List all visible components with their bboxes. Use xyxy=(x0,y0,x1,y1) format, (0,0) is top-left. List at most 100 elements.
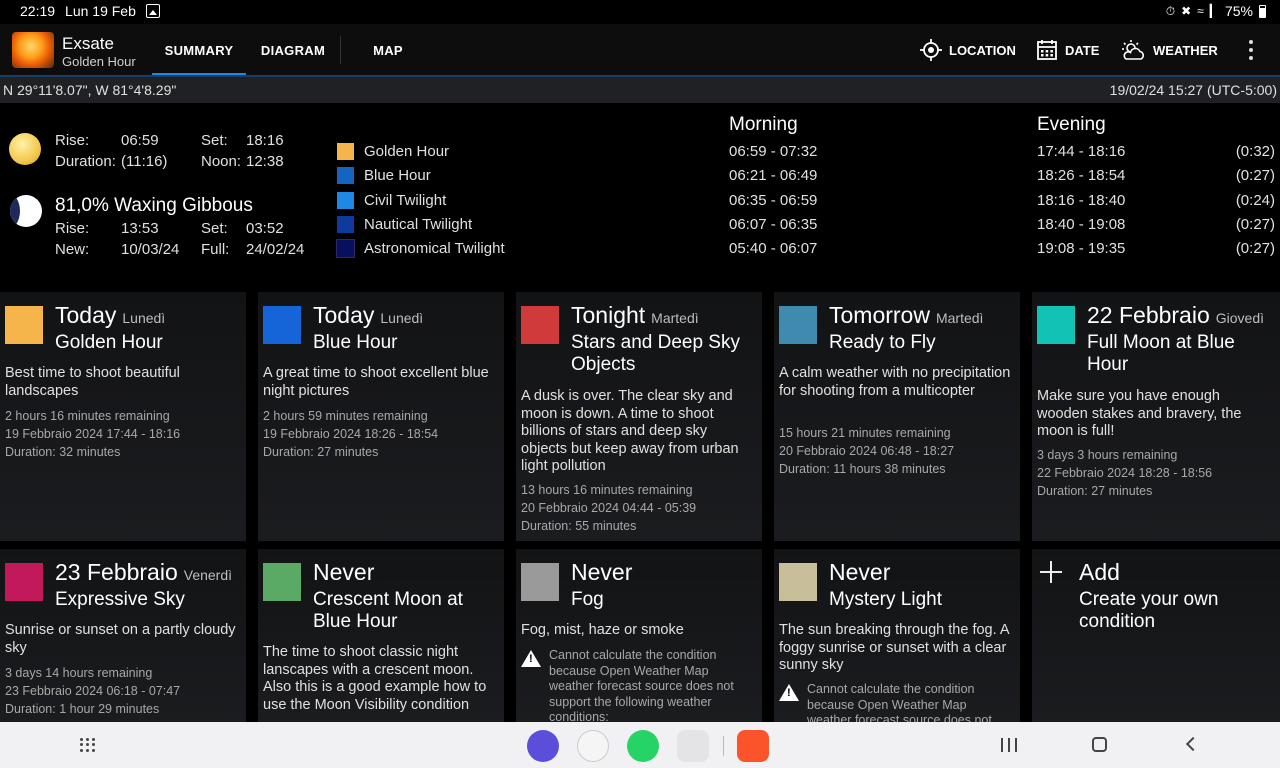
sun-noon-label: Noon: xyxy=(201,153,242,170)
sun-icon xyxy=(9,133,41,165)
card-remaining: 2 hours 16 minutes remaining xyxy=(5,409,170,423)
card-description: Sunrise or sunset on a partly cloudy sky xyxy=(5,622,236,656)
dock-divider xyxy=(723,736,724,756)
sun-rise-value: 06:59 xyxy=(121,132,159,149)
evening-duration: (0:27) xyxy=(1235,240,1275,257)
card-duration: Duration: 32 minutes xyxy=(5,445,121,459)
condition-color-swatch xyxy=(263,563,301,601)
card-remaining: 3 days 14 hours remaining xyxy=(5,666,153,680)
condition-card-fog[interactable]: Never Fog Fog, mist, haze or smoke Canno… xyxy=(516,549,762,722)
card-remaining: 2 hours 59 minutes remaining xyxy=(263,409,428,423)
weather-button[interactable]: WEATHER xyxy=(1120,38,1218,62)
back-icon[interactable] xyxy=(1185,736,1201,752)
location-button[interactable]: LOCATION xyxy=(920,38,1016,62)
condition-card-crescent-moon[interactable]: Never Crescent Moon at Blue Hour The tim… xyxy=(258,549,504,722)
battery-icon xyxy=(1259,4,1266,18)
card-when: Never xyxy=(571,559,633,585)
weather-label: WEATHER xyxy=(1153,42,1218,58)
date-button[interactable]: DATE xyxy=(1036,38,1099,62)
signal-icon: ▎ xyxy=(1209,4,1219,18)
warning-icon xyxy=(521,650,541,667)
card-duration: Duration: 55 minutes xyxy=(521,519,637,533)
samsung-internet-icon[interactable] xyxy=(527,730,559,762)
card-day: Martedì xyxy=(935,310,984,326)
condition-card-ready-to-fly[interactable]: Tomorrow Martedì Ready to Fly A calm weat… xyxy=(774,292,1020,541)
plus-icon xyxy=(1040,561,1062,583)
card-duration: Duration: 27 minutes xyxy=(1037,484,1153,498)
shield-app-icon[interactable] xyxy=(577,730,609,762)
coordinate-bar: N 29°11'8.07", W 81°4'8.29" 19/02/24 15:… xyxy=(0,77,1280,103)
legend-swatch xyxy=(337,191,354,209)
tab-map[interactable]: MAP xyxy=(352,24,424,76)
condition-color-swatch xyxy=(5,563,43,601)
card-when: Today Lunedì xyxy=(313,302,424,328)
whatsapp-icon[interactable] xyxy=(627,730,659,762)
moon-set-label: Set: xyxy=(201,220,228,237)
legend-item: Blue Hour xyxy=(337,165,431,185)
condition-card-full-moon[interactable]: 22 Febbraio Giovedì Full Moon at Blue Hou… xyxy=(1032,292,1280,541)
card-range: 20 Febbraio 2024 06:48 - 18:27 xyxy=(779,444,955,458)
legend-item: Nautical Twilight xyxy=(337,214,472,234)
moon-full-value: 24/02/24 xyxy=(246,241,305,258)
app-bar: Exsate Golden Hour SUMMARY DIAGRAM MAP L… xyxy=(0,24,1280,76)
condition-card-golden-hour[interactable]: Today Lunedì Golden Hour Best time to sho… xyxy=(0,292,246,541)
card-range: 20 Febbraio 2024 04:44 - 05:39 xyxy=(521,501,697,515)
card-when: Tonight Martedì xyxy=(571,302,699,328)
status-date: Lun 19 Feb xyxy=(65,3,136,19)
more-options-icon[interactable] xyxy=(1248,40,1254,60)
sun-duration-label: Duration: xyxy=(55,153,116,170)
add-label: Add xyxy=(1079,559,1120,585)
card-remaining: 3 days 3 hours remaining xyxy=(1037,448,1178,462)
card-meta: 2 hours 16 minutes remaining 19 Febbraio… xyxy=(5,407,241,461)
morning-time: 06:07 - 06:35 xyxy=(729,216,818,233)
moon-new-label: New: xyxy=(55,241,90,258)
brave-icon[interactable] xyxy=(737,730,769,762)
condition-color-swatch xyxy=(5,306,43,344)
evening-time: 17:44 - 18:16 xyxy=(1037,143,1126,160)
tab-diagram[interactable]: DIAGRAM xyxy=(252,24,334,76)
tab-divider xyxy=(340,36,341,64)
card-when: Never xyxy=(313,559,375,585)
evening-time: 18:16 - 18:40 xyxy=(1037,192,1126,209)
card-when: Tomorrow Martedì xyxy=(829,302,984,328)
battery-percent: 75% xyxy=(1224,3,1253,19)
evening-time: 18:40 - 19:08 xyxy=(1037,216,1126,233)
legend-swatch xyxy=(336,238,355,258)
weather-icon xyxy=(1122,40,1144,60)
morning-heading: Morning xyxy=(729,114,798,135)
card-meta: 15 hours 21 minutes remaining 20 Febbrai… xyxy=(779,424,1015,478)
condition-card-expressive-sky[interactable]: 23 Febbraio Venerdì Expressive Sky Sunris… xyxy=(0,549,246,722)
sun-set-value: 18:16 xyxy=(246,132,284,149)
tab-summary[interactable]: SUMMARY xyxy=(152,24,246,76)
app-title: Exsate xyxy=(62,34,114,53)
app-subtitle: Golden Hour xyxy=(62,54,136,69)
condition-card-mystery-light[interactable]: Never Mystery Light The sun breaking thr… xyxy=(774,549,1020,722)
condition-color-swatch xyxy=(521,563,559,601)
card-day: Lunedì xyxy=(380,310,424,326)
card-description: A dusk is over. The clear sky and moon i… xyxy=(521,388,739,474)
card-range: 22 Febbraio 2024 18:28 - 18:56 xyxy=(1037,466,1213,480)
legend-swatch xyxy=(337,166,354,184)
recents-icon[interactable] xyxy=(1001,738,1017,752)
system-nav-bar xyxy=(0,722,1280,768)
legend-label: Astronomical Twilight xyxy=(364,239,505,257)
mute-icon: ✖ xyxy=(1181,4,1192,18)
app-logo-icon xyxy=(12,32,54,68)
card-title: Golden Hour xyxy=(55,332,163,353)
card-day: Venerdì xyxy=(183,567,233,583)
warning-text: Cannot calculate the condition because O… xyxy=(807,682,992,722)
app-drawer-icon[interactable] xyxy=(80,738,96,752)
app-folder-icon[interactable] xyxy=(677,730,709,762)
card-duration: Duration: 27 minutes xyxy=(263,445,379,459)
add-condition-card[interactable]: Add Create your own condition xyxy=(1032,549,1280,722)
condition-card-blue-hour[interactable]: Today Lunedì Blue Hour A great time to sh… xyxy=(258,292,504,541)
home-icon[interactable] xyxy=(1092,737,1107,752)
weather-warning: Cannot calculate the condition because O… xyxy=(779,682,1017,722)
condition-card-stars-deep-sky[interactable]: Tonight Martedì Stars and Deep Sky Object… xyxy=(516,292,762,541)
legend-label: Civil Twilight xyxy=(364,191,447,209)
morning-time: 05:40 - 06:07 xyxy=(729,240,818,257)
evening-duration: (0:27) xyxy=(1235,216,1275,233)
card-range: 19 Febbraio 2024 17:44 - 18:16 xyxy=(5,427,181,441)
card-duration: Duration: 1 hour 29 minutes xyxy=(5,702,160,716)
warning-icon xyxy=(779,684,799,701)
